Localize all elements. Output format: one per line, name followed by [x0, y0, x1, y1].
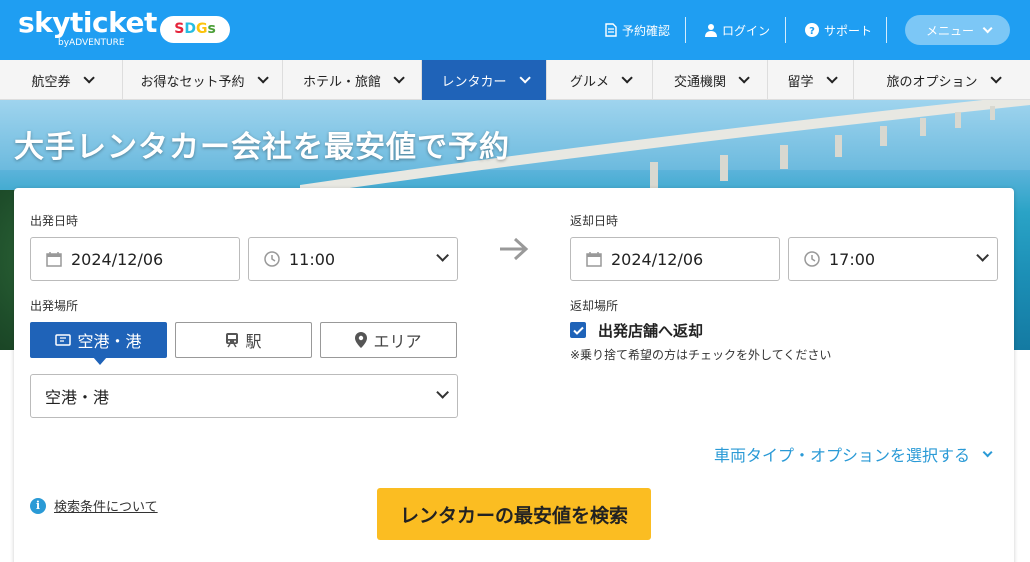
place-tab-station[interactable]: 駅: [175, 322, 312, 358]
chevron-down-icon: [989, 72, 1002, 84]
departure-label: 出発日時: [30, 214, 79, 228]
calendar-icon: [585, 250, 603, 268]
reservation-check-link[interactable]: 予約確認: [605, 20, 670, 40]
login-label: ログイン: [722, 23, 771, 38]
place-tab-label: 空港・港: [77, 332, 142, 351]
support-link[interactable]: ? サポート: [805, 20, 872, 40]
nav-label: レンタカー: [441, 74, 507, 90]
nav-item-hotels[interactable]: ホテル・旅館: [283, 60, 422, 100]
sdgs-letter: D: [184, 21, 196, 37]
place-tab-label: 駅: [245, 332, 262, 351]
chevron-down-icon: [518, 72, 531, 84]
nav-item-travel-options[interactable]: 旅のオプション: [854, 60, 1030, 100]
return-same-checkbox[interactable]: [570, 322, 586, 338]
place-tab-area[interactable]: エリア: [320, 322, 457, 358]
departure-date-value: 2024/12/06: [71, 249, 164, 269]
return-place-label: 返却場所: [570, 299, 619, 313]
svg-text:?: ?: [809, 26, 815, 37]
nav-label: グルメ: [569, 74, 609, 90]
sdgs-letter: S: [174, 21, 185, 37]
sdgs-letter: G: [195, 21, 208, 37]
document-icon: [605, 23, 617, 37]
return-date-value: 2024/12/06: [611, 249, 704, 269]
chevron-down-icon: [738, 72, 750, 84]
chevron-down-icon: [982, 446, 993, 457]
menu-label: メニュー: [925, 23, 974, 38]
train-icon: [226, 333, 239, 348]
search-card: 出発日時 2024/12/06 11:00 返却日時 2024/12/06 17…: [14, 188, 1014, 562]
vehicle-options-label: 車両タイプ・オプションを選択する: [714, 446, 971, 465]
calendar-icon: [45, 250, 63, 268]
chevron-down-icon: [621, 72, 633, 84]
place-label: 出発場所: [30, 299, 79, 313]
chevron-down-icon: [436, 249, 449, 262]
category-nav: 航空券 お得なセット予約 ホテル・旅館 レンタカー グルメ 交通機関 留学 旅の…: [0, 60, 1030, 100]
skyticket-logo[interactable]: skyticket byADVENTURE: [18, 6, 157, 49]
nav-label: 留学: [787, 74, 814, 90]
chevron-down-icon: [982, 22, 993, 33]
header-divider: [685, 17, 686, 43]
login-link[interactable]: ログイン: [705, 20, 770, 40]
departure-time-value: 11:00: [289, 249, 336, 269]
header-divider: [886, 17, 887, 43]
sdgs-badge[interactable]: SDGs: [160, 16, 230, 43]
place-tab-airport[interactable]: 空港・港: [30, 322, 167, 365]
arrow-right-icon: [500, 237, 529, 261]
sdgs-letter: s: [207, 21, 216, 37]
place-tab-label: エリア: [373, 332, 422, 351]
vehicle-options-link[interactable]: 車両タイプ・オプションを選択する: [714, 442, 993, 466]
nav-item-gourmet[interactable]: グルメ: [547, 60, 653, 100]
chevron-down-icon: [976, 249, 989, 262]
checkmark-icon: [572, 326, 584, 335]
clock-icon: [263, 250, 281, 268]
nav-item-flights[interactable]: 航空券: [0, 60, 123, 100]
ticket-icon: [55, 334, 72, 346]
return-label: 返却日時: [570, 214, 619, 228]
user-icon: [705, 24, 717, 37]
return-time-value: 17:00: [829, 249, 876, 269]
hero-title: 大手レンタカー会社を最安値で予約: [14, 130, 510, 165]
return-time-select[interactable]: 17:00: [788, 237, 998, 281]
nav-item-study-abroad[interactable]: 留学: [768, 60, 854, 100]
logo-text: skyticket: [18, 6, 157, 39]
place-select-value: 空港・港: [45, 388, 110, 407]
nav-item-rental-car[interactable]: レンタカー: [422, 60, 547, 100]
nav-item-set-deals[interactable]: お得なセット予約: [123, 60, 283, 100]
reservation-check-label: 予約確認: [622, 23, 671, 38]
return-date-field[interactable]: 2024/12/06: [570, 237, 780, 281]
return-same-label[interactable]: 出発店舗へ返却: [598, 320, 703, 341]
logo-subtext: byADVENTURE: [58, 38, 125, 48]
search-button[interactable]: レンタカーの最安値を検索: [377, 488, 651, 540]
top-header: skyticket byADVENTURE SDGs 予約確認 ログイン ? サ…: [0, 0, 1030, 60]
header-divider: [785, 17, 786, 43]
chevron-down-icon: [256, 72, 269, 84]
nav-label: ホテル・旅館: [302, 74, 381, 90]
chevron-down-icon: [82, 72, 95, 84]
departure-time-select[interactable]: 11:00: [248, 237, 458, 281]
search-conditions-link[interactable]: 検索条件について: [54, 496, 158, 515]
nav-item-transport[interactable]: 交通機関: [653, 60, 768, 100]
location-pin-icon: [355, 332, 368, 348]
info-icon: i: [30, 497, 46, 514]
chevron-down-icon: [825, 72, 838, 84]
clock-icon: [803, 250, 821, 268]
nav-label: 航空券: [31, 74, 71, 90]
support-label: サポート: [824, 23, 873, 38]
chevron-down-icon: [393, 72, 405, 84]
nav-label: 旅のオプション: [886, 74, 978, 90]
search-conditions-info: i 検索条件について: [30, 496, 158, 515]
help-icon: ?: [805, 23, 819, 37]
departure-date-field[interactable]: 2024/12/06: [30, 237, 240, 281]
return-note: ※乗り捨て希望の方はチェックを外してください: [570, 348, 832, 362]
nav-label: 交通機関: [673, 74, 726, 90]
menu-button[interactable]: メニュー: [905, 15, 1010, 45]
nav-label: お得なセット予約: [140, 74, 245, 90]
chevron-down-icon: [436, 386, 449, 399]
place-select[interactable]: 空港・港: [30, 374, 458, 418]
